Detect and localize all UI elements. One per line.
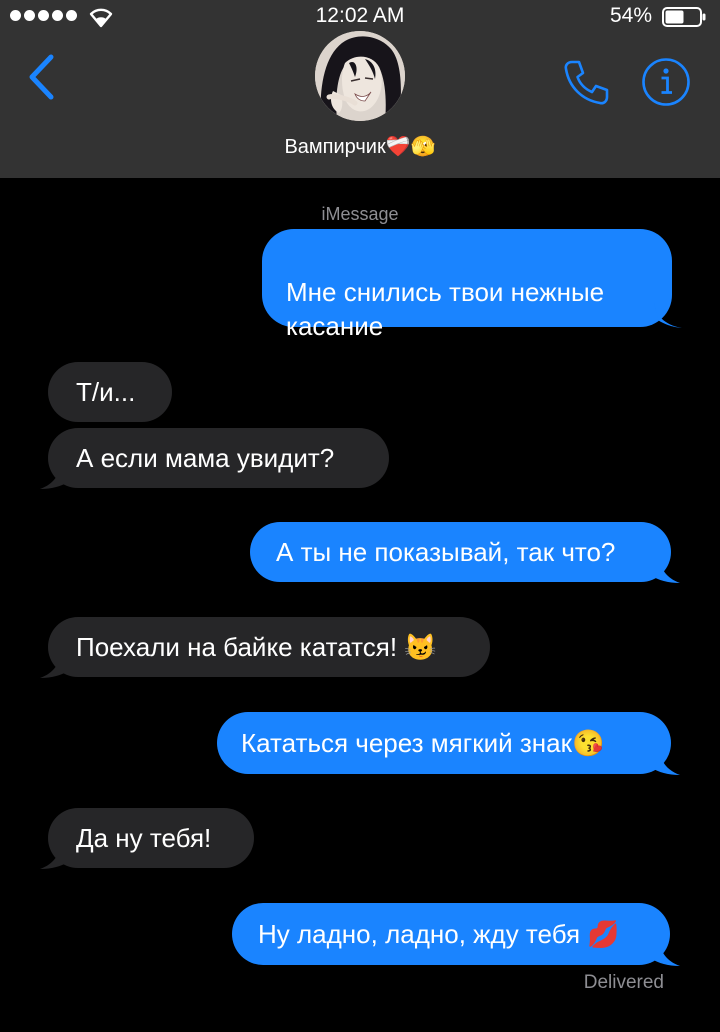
message-text: Ну ладно, ладно, жду тебя 💋 <box>258 919 620 949</box>
message-text: Да ну тебя! <box>76 823 212 853</box>
bubble-tail <box>654 303 682 328</box>
bubble-tail <box>40 653 68 678</box>
message-bubble-outgoing[interactable]: А ты не показывай, так что? <box>250 522 671 582</box>
back-chevron-icon[interactable] <box>24 52 58 102</box>
bubble-tail <box>40 464 68 489</box>
battery-percent: 54% <box>609 4 652 27</box>
message-text: А ты не показывай, так что? <box>276 537 616 567</box>
bubble-tail <box>40 844 68 869</box>
message-text: Поехали на байке кататся! 😼 <box>76 632 437 662</box>
message-bubble-incoming[interactable]: Поехали на байке кататся! 😼 <box>48 617 490 677</box>
message-text: А если мама увидит? <box>76 443 335 473</box>
phone-call-icon[interactable] <box>560 56 612 108</box>
message-bubble-outgoing[interactable]: Ну ладно, ладно, жду тебя 💋 <box>232 903 670 965</box>
conversation-header: 12:02 AM 54% Вампирчик❤️‍🩹🫣 <box>0 0 720 178</box>
avatar-portrait-image <box>315 31 405 121</box>
message-text: Мне снились твои нежные касание <box>286 277 605 341</box>
message-bubble-outgoing[interactable]: Мне снились твои нежные касание <box>262 229 672 341</box>
message-text: Т/и... <box>76 377 136 407</box>
message-bubble-incoming[interactable]: А если мама увидит? <box>48 428 389 488</box>
message-text: Кататься через мягкий знак😘 <box>241 728 605 758</box>
delivery-status: Delivered <box>583 972 664 993</box>
bubble-tail <box>652 750 680 775</box>
message-bubble-incoming[interactable]: Т/и... <box>48 362 172 422</box>
info-icon[interactable] <box>640 56 692 108</box>
bubble-tail <box>652 558 680 583</box>
status-bar: 12:02 AM 54% <box>0 0 720 34</box>
contact-avatar[interactable] <box>315 31 405 121</box>
battery-icon <box>662 7 706 27</box>
message-bubble-incoming[interactable]: Да ну тебя! <box>48 808 254 868</box>
service-label: iMessage <box>321 204 399 224</box>
contact-name[interactable]: Вампирчик❤️‍🩹🫣 <box>0 134 720 159</box>
message-bubble-outgoing[interactable]: Кататься через мягкий знак😘 <box>217 712 671 774</box>
bubble-tail <box>652 941 680 966</box>
